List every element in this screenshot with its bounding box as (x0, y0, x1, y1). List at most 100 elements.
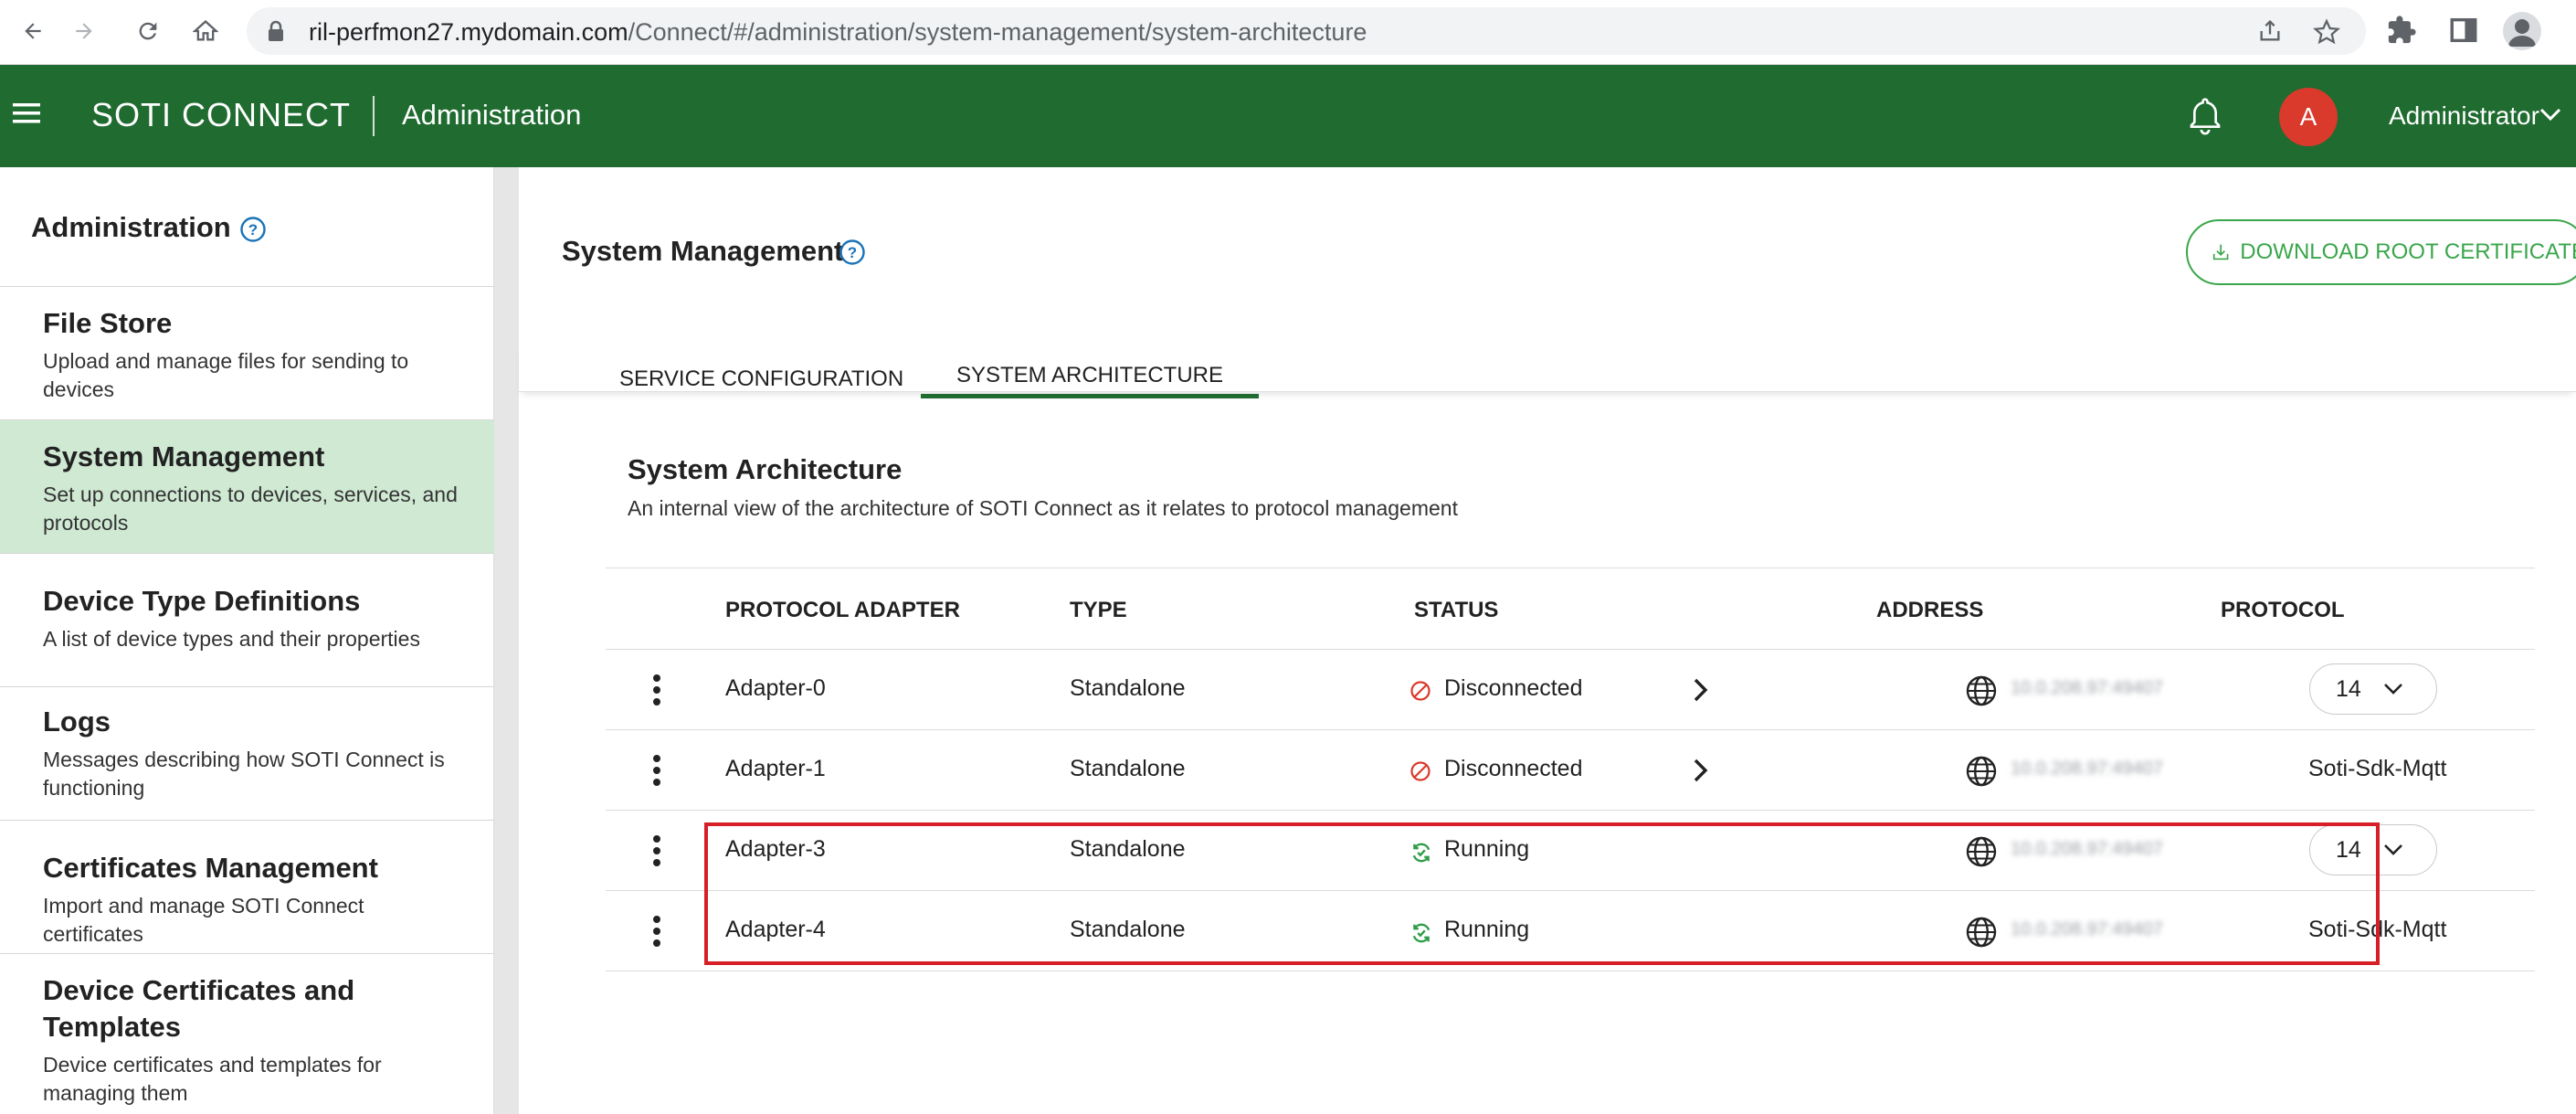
chevron-right-icon[interactable] (1693, 677, 1709, 703)
sidebar-item-device-type-definitions[interactable]: Device Type Definitions A list of device… (0, 553, 494, 686)
globe-icon (1965, 835, 1998, 868)
download-button-label: DOWNLOAD ROOT CERTIFICATE (2240, 239, 2576, 264)
sidebar-item-file-store[interactable]: File Store Upload and manage files for s… (0, 286, 494, 419)
adapter-type: Standalone (1070, 675, 1186, 701)
brand-logo: SOTI CONNECT (91, 96, 352, 133)
download-root-certificate-button[interactable]: DOWNLOAD ROOT CERTIFICATE (2186, 219, 2576, 285)
notifications-bell-icon[interactable] (2187, 96, 2223, 136)
sidebar-item-title: Logs (43, 706, 111, 737)
browser-toolbar: ril-perfmon27.mydomain.com/Connect/#/adm… (0, 0, 2576, 65)
adapters-table: PROTOCOL ADAPTER TYPE STATUS ADDRESS PRO… (606, 568, 2535, 971)
adapter-name: Adapter-3 (725, 836, 826, 862)
protocol-select-value: 14 (2336, 675, 2361, 702)
reload-icon[interactable] (130, 13, 166, 49)
column-header-protocol-adapter[interactable]: PROTOCOL ADAPTER (725, 598, 960, 623)
adapter-name: Adapter-4 (725, 917, 826, 942)
sidebar-item-title: Device Certificates and Templates (43, 974, 355, 1043)
url-text: ril-perfmon27.mydomain.com/Connect/#/adm… (309, 18, 1367, 46)
globe-icon (1965, 755, 1998, 788)
table-row: Adapter-4 Standalone Running 10.0.208.97… (606, 891, 2535, 971)
section-description: An internal view of the architecture of … (628, 496, 1458, 520)
lock-icon (267, 20, 285, 42)
help-icon[interactable]: ? (239, 216, 267, 243)
column-header-type[interactable]: TYPE (1070, 598, 1127, 623)
sidebar-item-desc: Set up connections to devices, services,… (43, 483, 458, 535)
adapter-status: Running (1444, 836, 1530, 862)
adapter-address: 10.0.208.97:49407 (2011, 839, 2163, 859)
adapter-name: Adapter-0 (725, 675, 826, 701)
protocol-select[interactable]: 14 (2309, 824, 2437, 875)
adapter-status: Running (1444, 917, 1530, 942)
column-header-address[interactable]: ADDRESS (1876, 598, 1983, 623)
sidebar-item-logs[interactable]: Logs Messages describing how SOTI Connec… (0, 686, 494, 820)
sidebar-item-desc: Messages describing how SOTI Connect is … (43, 748, 445, 800)
sidebar-item-device-certificates[interactable]: Device Certificates and Templates Device… (0, 953, 494, 1114)
sidebar-item-desc: A list of device types and their propert… (43, 627, 420, 651)
sidebar-item-desc: Import and manage SOTI Connect certifica… (43, 894, 364, 946)
adapter-address: 10.0.208.97:49407 (2011, 759, 2163, 779)
app-header: SOTI CONNECT Administration A Administra… (0, 65, 2576, 167)
more-actions-icon[interactable] (651, 834, 662, 867)
tab-system-architecture[interactable]: SYSTEM ARCHITECTURE (921, 341, 1259, 398)
sidebar-item-system-management[interactable]: System Management Set up connections to … (0, 419, 494, 553)
adapter-name: Adapter-1 (725, 756, 826, 781)
extensions-icon[interactable] (2386, 15, 2417, 46)
globe-icon (1965, 674, 1998, 707)
sidebar-item-desc: Upload and manage files for sending to d… (43, 349, 409, 401)
bookmark-star-icon[interactable] (2313, 18, 2340, 46)
table-row: Adapter-3 Standalone Running 10.0.208.97… (606, 811, 2535, 891)
page-title: System Management (562, 235, 844, 267)
running-icon (1409, 921, 1433, 945)
back-icon[interactable] (15, 13, 51, 49)
adapter-address: 10.0.208.97:49407 (2011, 919, 2163, 939)
globe-icon (1965, 916, 1998, 949)
hamburger-menu-icon[interactable] (13, 101, 40, 125)
share-icon[interactable] (2256, 18, 2284, 44)
sidebar-item-certificates-management[interactable]: Certificates Management Import and manag… (0, 820, 494, 953)
chevron-down-icon (2384, 844, 2402, 855)
table-row: Adapter-1 Standalone Disconnected 10.0.2… (606, 730, 2535, 811)
download-icon (2212, 244, 2229, 260)
column-header-status[interactable]: STATUS (1414, 598, 1498, 623)
protocol-select[interactable]: 14 (2309, 663, 2437, 715)
sidebar-item-title: System Management (43, 440, 325, 472)
forward-icon[interactable] (66, 13, 102, 49)
chevron-right-icon[interactable] (1693, 758, 1709, 783)
disconnected-icon (1409, 760, 1431, 782)
tab-service-configuration[interactable]: SERVICE CONFIGURATION (619, 341, 903, 392)
home-icon[interactable] (187, 13, 224, 49)
user-menu[interactable]: Administrator (2389, 101, 2539, 131)
tab-bar: SERVICE CONFIGURATION SYSTEM ARCHITECTUR… (519, 341, 2576, 398)
adapter-status: Disconnected (1444, 675, 1583, 701)
chevron-down-icon (2384, 684, 2402, 695)
protocol-select-value: 14 (2336, 836, 2361, 863)
sidebar-gutter (494, 167, 519, 1114)
more-actions-icon[interactable] (651, 754, 662, 787)
sidebar-item-title: Device Type Definitions (43, 585, 361, 617)
side-panel-icon[interactable] (2448, 15, 2479, 46)
header-section-title: Administration (402, 99, 582, 131)
chevron-down-icon[interactable] (2539, 107, 2561, 122)
sidebar-item-title: Certificates Management (43, 852, 378, 884)
adapter-protocol: Soti-Sdk-Mqtt (2308, 756, 2447, 781)
adapter-type: Standalone (1070, 756, 1186, 781)
main-content: System Management ? DOWNLOAD ROOT CERTIF… (519, 167, 2576, 1114)
address-bar[interactable]: ril-perfmon27.mydomain.com/Connect/#/adm… (247, 7, 2366, 55)
adapter-type: Standalone (1070, 836, 1186, 862)
profile-icon[interactable] (2503, 12, 2541, 50)
disconnected-icon (1409, 680, 1431, 702)
table-header: PROTOCOL ADAPTER TYPE STATUS ADDRESS PRO… (606, 568, 2535, 650)
adapter-type: Standalone (1070, 917, 1186, 942)
running-icon (1409, 841, 1433, 865)
sidebar-item-title: File Store (43, 307, 173, 339)
user-avatar[interactable]: A (2279, 88, 2338, 146)
help-icon[interactable]: ? (839, 239, 866, 266)
adapter-address: 10.0.208.97:49407 (2011, 678, 2163, 698)
brand-divider (373, 96, 375, 136)
table-row: Adapter-0 Standalone Disconnected 10.0.2… (606, 650, 2535, 730)
svg-text:?: ? (848, 244, 857, 261)
more-actions-icon[interactable] (651, 674, 662, 706)
sidebar-title: Administration (31, 211, 231, 243)
more-actions-icon[interactable] (651, 915, 662, 948)
column-header-protocol[interactable]: PROTOCOL (2221, 598, 2345, 623)
